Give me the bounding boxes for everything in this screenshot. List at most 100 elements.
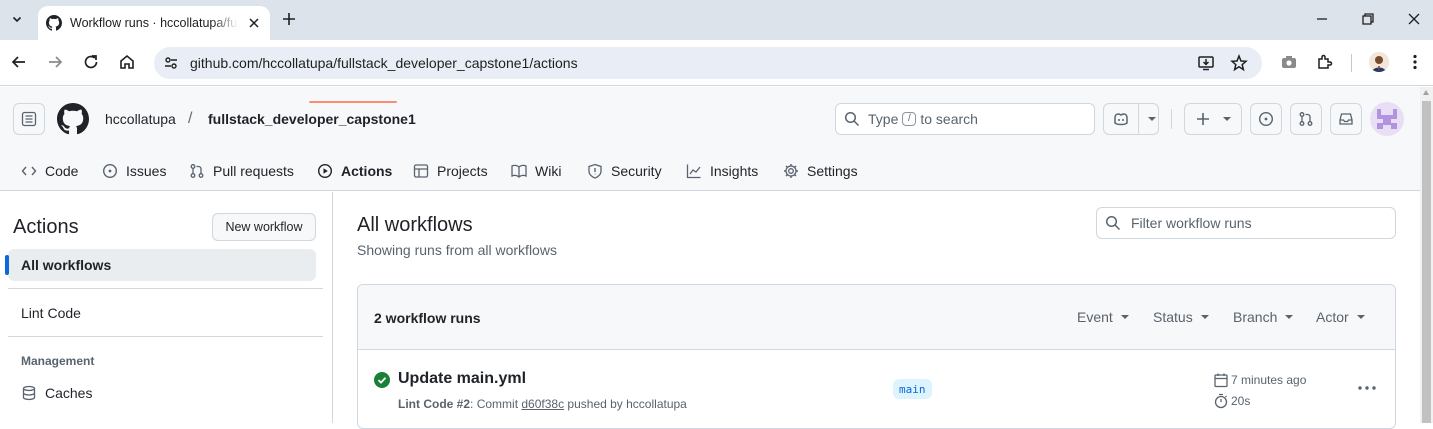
run-duration-text: 20s <box>1231 394 1251 408</box>
copilot-icon <box>1114 113 1128 126</box>
tab-code[interactable]: Code <box>21 151 78 191</box>
github-favicon-icon <box>46 15 62 31</box>
event-filter-dropdown[interactable]: Event <box>1077 309 1129 325</box>
sidebar-item-caches[interactable]: Caches <box>8 377 316 409</box>
sidebar-item-label: Lint Code <box>21 305 81 321</box>
user-avatar[interactable] <box>1370 102 1404 136</box>
repo-name-link[interactable]: fullstack_developer_capstone1 <box>208 111 416 127</box>
chevron-down-icon <box>1285 315 1294 319</box>
database-icon <box>22 385 36 401</box>
issues-button[interactable] <box>1250 103 1282 135</box>
active-tab-underline <box>309 101 397 103</box>
tab-actions[interactable]: Actions <box>317 151 392 191</box>
tab-wiki[interactable]: Wiki <box>511 151 561 191</box>
pull-request-icon <box>1299 112 1313 126</box>
repo-owner-link[interactable]: hccollatupa <box>105 111 176 127</box>
copilot-button[interactable] <box>1103 103 1159 135</box>
create-new-button[interactable] <box>1184 103 1242 135</box>
run-title-link[interactable]: Update main.yml <box>398 370 526 388</box>
scroll-up-arrow-icon[interactable] <box>1423 90 1429 95</box>
browser-tab-strip: Workflow runs · hccollatupa/fullstack_de… <box>0 0 1433 40</box>
home-icon[interactable] <box>118 53 136 71</box>
back-arrow-icon[interactable] <box>10 53 28 71</box>
actor-filter-dropdown[interactable]: Actor <box>1316 309 1365 325</box>
sidebar-item-all-workflows[interactable]: All workflows <box>5 249 316 281</box>
new-tab-plus-icon[interactable] <box>280 10 298 28</box>
forward-arrow-icon[interactable] <box>46 53 64 71</box>
tab-actions-label: Actions <box>341 163 393 179</box>
page-scrollbar[interactable] <box>1420 87 1433 423</box>
sidebar-item-lint-code[interactable]: Lint Code <box>8 297 316 329</box>
hamburger-icon <box>21 111 37 127</box>
menu-button[interactable] <box>13 103 45 135</box>
filter-workflow-runs-input[interactable]: Filter workflow runs <box>1096 207 1396 239</box>
stopwatch-icon <box>1214 393 1228 409</box>
site-info-icon[interactable] <box>163 55 179 71</box>
page-subtitle: Showing runs from all workflows <box>357 242 557 258</box>
new-workflow-button[interactable]: New workflow <box>212 213 316 241</box>
run-pushed-by: pushed by hccollatupa <box>567 397 687 411</box>
extensions-puzzle-icon[interactable] <box>1316 53 1334 71</box>
tab-security[interactable]: Security <box>587 151 662 191</box>
calendar-icon <box>1214 373 1228 388</box>
button-divider <box>1138 103 1139 135</box>
table-icon <box>413 164 429 178</box>
gear-icon <box>784 164 798 178</box>
pull-requests-button[interactable] <box>1290 103 1322 135</box>
search-icon <box>1105 215 1121 231</box>
tab-insights[interactable]: Insights <box>686 151 758 191</box>
sidebar-item-label: Caches <box>45 385 93 401</box>
pull-request-icon <box>190 164 204 178</box>
chevron-down-icon <box>1120 315 1129 319</box>
chevron-down-icon <box>1148 117 1156 121</box>
filter-label: Event <box>1077 309 1113 325</box>
restore-icon[interactable] <box>1360 11 1376 27</box>
branch-filter-dropdown[interactable]: Branch <box>1233 309 1294 325</box>
sidebar-title: Actions <box>13 216 79 238</box>
inbox-button[interactable] <box>1330 103 1362 135</box>
close-icon[interactable] <box>246 15 262 31</box>
reload-icon[interactable] <box>82 53 100 71</box>
search-shortcut-key: / <box>902 112 917 126</box>
tab-settings[interactable]: Settings <box>783 151 858 191</box>
camera-icon[interactable] <box>1280 53 1298 71</box>
tab-pull-requests[interactable]: Pull requests <box>189 151 294 191</box>
tab-projects[interactable]: Projects <box>413 151 488 191</box>
issue-icon <box>102 163 118 179</box>
install-app-icon[interactable] <box>1197 54 1215 72</box>
filter-placeholder: Filter workflow runs <box>1131 215 1252 231</box>
chevron-down-icon <box>12 16 22 23</box>
search-placeholder-prefix: Type <box>868 111 899 127</box>
profile-avatar[interactable] <box>1369 52 1389 72</box>
kebab-menu-icon[interactable] <box>1353 378 1381 398</box>
more-vertical-icon[interactable] <box>1406 53 1424 71</box>
chevron-down-icon <box>1200 315 1209 319</box>
run-number: #2 <box>456 397 471 411</box>
scrollbar-thumb[interactable] <box>1422 101 1431 423</box>
breadcrumb-separator: / <box>188 110 193 127</box>
tab-search-button[interactable] <box>6 8 28 30</box>
page-title: All workflows <box>357 214 473 236</box>
github-logo-icon[interactable] <box>57 103 89 135</box>
browser-tab-active[interactable]: Workflow runs · hccollatupa/fullstack_de… <box>38 6 270 40</box>
filter-label: Status <box>1153 309 1193 325</box>
status-filter-dropdown[interactable]: Status <box>1153 309 1209 325</box>
bookmark-star-icon[interactable] <box>1230 54 1248 72</box>
inbox-icon <box>1339 113 1353 125</box>
tab-title: Workflow runs · hccollatupa/fullstack_de… <box>70 16 238 30</box>
shield-icon <box>588 163 602 179</box>
code-icon <box>21 166 37 176</box>
branch-label[interactable]: main <box>893 379 932 399</box>
tab-issues[interactable]: Issues <box>102 151 166 191</box>
book-icon <box>511 164 527 178</box>
minimize-icon[interactable] <box>1314 11 1330 27</box>
address-bar[interactable]: github.com/hccollatupa/fullstack_develop… <box>154 47 1262 79</box>
global-search-input[interactable]: Type / to search <box>835 103 1095 135</box>
tab-pull-requests-label: Pull requests <box>213 163 294 179</box>
window-close-icon[interactable] <box>1406 11 1422 27</box>
tab-issues-label: Issues <box>126 163 167 179</box>
run-timestamp: 7 minutes ago <box>1213 372 1306 388</box>
workflow-run-row[interactable]: Update main.yml Lint Code #2: Commit d60… <box>358 350 1395 428</box>
runs-count: 2 workflow runs <box>374 310 481 326</box>
commit-sha-link[interactable]: d60f38c <box>521 397 564 411</box>
